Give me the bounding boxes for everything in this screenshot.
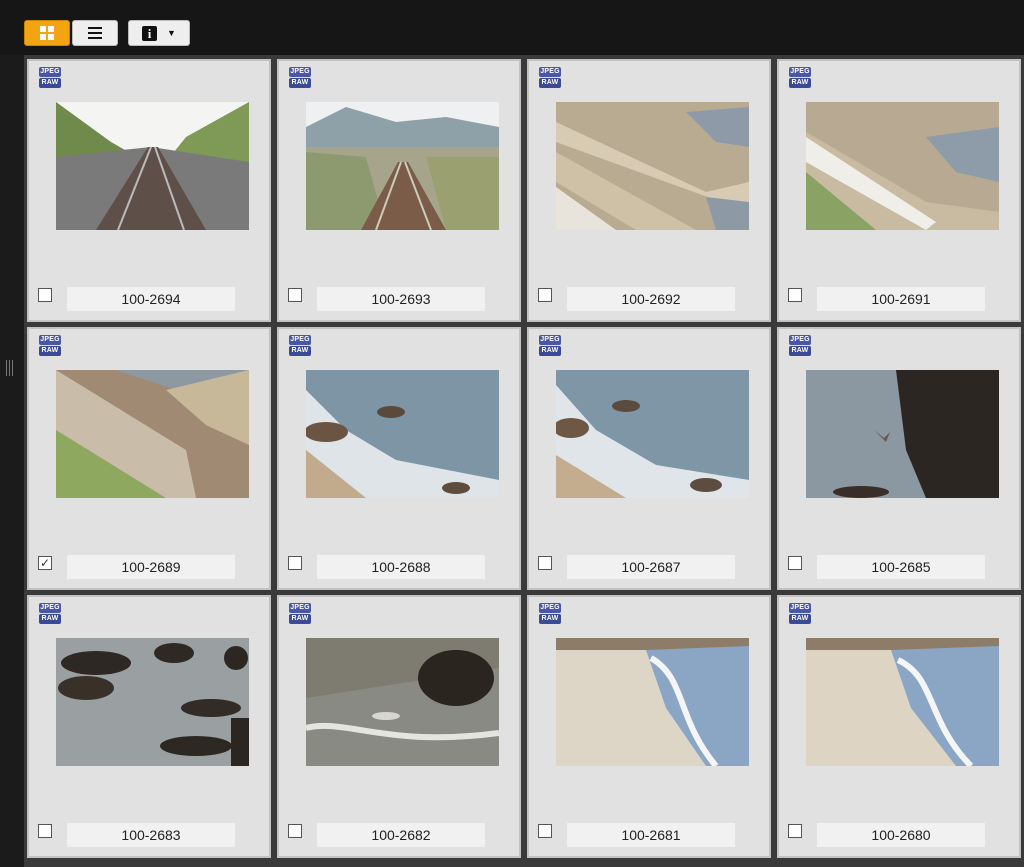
thumbnail-grid: JPEG RAW 100-2694 JPEG RAW 100-2693 JPEG… bbox=[24, 55, 1024, 867]
thumbnail-tile[interactable]: JPEG RAW 100-2693 bbox=[277, 59, 521, 322]
file-name: 100-2688 bbox=[317, 555, 485, 579]
thumbnail-tile[interactable]: JPEG RAW 100-2692 bbox=[527, 59, 771, 322]
thumbnail-image[interactable] bbox=[556, 370, 749, 498]
file-name: 100-2681 bbox=[567, 823, 735, 847]
file-name: 100-2694 bbox=[67, 287, 235, 311]
jpeg-raw-badge: JPEG RAW bbox=[39, 603, 61, 624]
thumbnail-image[interactable] bbox=[56, 638, 249, 766]
thumbnail-image[interactable] bbox=[806, 102, 999, 230]
resize-handle[interactable] bbox=[4, 360, 14, 376]
select-checkbox[interactable] bbox=[538, 288, 552, 302]
thumbnail-image[interactable] bbox=[306, 638, 499, 766]
select-checkbox[interactable] bbox=[788, 556, 802, 570]
jpeg-raw-badge: JPEG RAW bbox=[289, 603, 311, 624]
select-checkbox[interactable] bbox=[38, 288, 52, 302]
thumbnail-image[interactable] bbox=[306, 370, 499, 498]
thumbnail-image[interactable] bbox=[556, 102, 749, 230]
side-panel-edge bbox=[0, 55, 24, 867]
thumbnail-tile[interactable]: JPEG RAW 100-2681 bbox=[527, 595, 771, 858]
thumbnail-image[interactable] bbox=[56, 102, 249, 230]
info-dropdown-button[interactable]: i ▼ bbox=[128, 20, 190, 46]
thumbnail-tile[interactable]: JPEG RAW 100-2682 bbox=[277, 595, 521, 858]
info-icon: i bbox=[142, 25, 158, 41]
thumbnail-tile[interactable]: JPEG RAW 100-2691 bbox=[777, 59, 1021, 322]
file-name: 100-2680 bbox=[817, 823, 985, 847]
thumbnail-tile[interactable]: JPEG RAW 100-2694 bbox=[27, 59, 271, 322]
thumbnail-tile[interactable]: JPEG RAW ✓ 100-2689 bbox=[27, 327, 271, 590]
file-name: 100-2687 bbox=[567, 555, 735, 579]
file-name: 100-2691 bbox=[817, 287, 985, 311]
select-checkbox[interactable] bbox=[788, 288, 802, 302]
jpeg-raw-badge: JPEG RAW bbox=[289, 335, 311, 356]
select-checkbox[interactable] bbox=[288, 556, 302, 570]
jpeg-raw-badge: JPEG RAW bbox=[789, 603, 811, 624]
chevron-down-icon: ▼ bbox=[167, 28, 176, 38]
file-name: 100-2692 bbox=[567, 287, 735, 311]
jpeg-raw-badge: JPEG RAW bbox=[39, 67, 61, 88]
thumbnail-image[interactable] bbox=[806, 638, 999, 766]
select-checkbox[interactable] bbox=[788, 824, 802, 838]
jpeg-raw-badge: JPEG RAW bbox=[539, 335, 561, 356]
grid-view-button[interactable] bbox=[24, 20, 70, 46]
thumbnail-image[interactable] bbox=[56, 370, 249, 498]
jpeg-raw-badge: JPEG RAW bbox=[789, 335, 811, 356]
jpeg-raw-badge: JPEG RAW bbox=[789, 67, 811, 88]
list-view-button[interactable] bbox=[72, 20, 118, 46]
thumbnail-tile[interactable]: JPEG RAW 100-2687 bbox=[527, 327, 771, 590]
select-checkbox[interactable]: ✓ bbox=[38, 556, 52, 570]
thumbnail-tile[interactable]: JPEG RAW 100-2683 bbox=[27, 595, 271, 858]
thumbnail-image[interactable] bbox=[806, 370, 999, 498]
thumbnail-image[interactable] bbox=[556, 638, 749, 766]
toolbar: i ▼ bbox=[0, 0, 1024, 55]
select-checkbox[interactable] bbox=[288, 288, 302, 302]
jpeg-raw-badge: JPEG RAW bbox=[539, 67, 561, 88]
list-icon bbox=[88, 27, 102, 39]
thumbnail-image[interactable] bbox=[306, 102, 499, 230]
file-name: 100-2689 bbox=[67, 555, 235, 579]
file-name: 100-2685 bbox=[817, 555, 985, 579]
select-checkbox[interactable] bbox=[288, 824, 302, 838]
select-checkbox[interactable] bbox=[538, 556, 552, 570]
jpeg-raw-badge: JPEG RAW bbox=[39, 335, 61, 356]
grid-icon bbox=[40, 26, 54, 40]
thumbnail-tile[interactable]: JPEG RAW 100-2688 bbox=[277, 327, 521, 590]
thumbnail-tile[interactable]: JPEG RAW 100-2685 bbox=[777, 327, 1021, 590]
jpeg-raw-badge: JPEG RAW bbox=[289, 67, 311, 88]
select-checkbox[interactable] bbox=[38, 824, 52, 838]
jpeg-raw-badge: JPEG RAW bbox=[539, 603, 561, 624]
thumbnail-tile[interactable]: JPEG RAW 100-2680 bbox=[777, 595, 1021, 858]
file-name: 100-2682 bbox=[317, 823, 485, 847]
select-checkbox[interactable] bbox=[538, 824, 552, 838]
file-name: 100-2683 bbox=[67, 823, 235, 847]
file-name: 100-2693 bbox=[317, 287, 485, 311]
